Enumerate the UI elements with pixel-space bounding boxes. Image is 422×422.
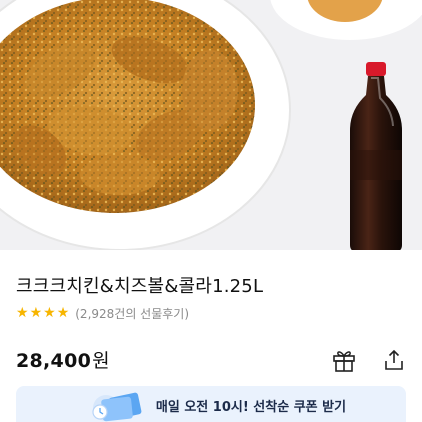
share-button[interactable] (380, 346, 408, 374)
star-icon: ★ (16, 305, 29, 321)
share-icon (385, 349, 403, 370)
coupon-text: 매일 오전 10시! 선착순 쿠폰 받기 (155, 399, 347, 415)
price-amount: 28,400 (16, 350, 92, 372)
rating-row[interactable]: ★ ★ ★ ★ (2,928건의 선물후기) (16, 305, 189, 321)
star-icon: ★ (29, 305, 43, 321)
product-title: 크크크치킨&치즈볼&콜라1.25L (16, 276, 264, 297)
gift-icon (333, 351, 355, 372)
review-count: (2,928건의 선물후기) (75, 306, 190, 321)
gift-button[interactable] (330, 346, 358, 374)
price-row: 28,400 원 (16, 346, 110, 373)
star-icon: ★ (43, 305, 56, 321)
price-currency: 원 (92, 350, 110, 372)
star-icon: ★ (56, 305, 70, 321)
product-photo (0, 0, 422, 250)
product-image (0, 0, 422, 250)
star-rating: ★ ★ ★ ★ (16, 306, 69, 320)
coupon-banner[interactable]: 매일 오전 10시! 선착순 쿠폰 받기 (16, 386, 406, 422)
coupon-ticket-icon (92, 392, 142, 422)
